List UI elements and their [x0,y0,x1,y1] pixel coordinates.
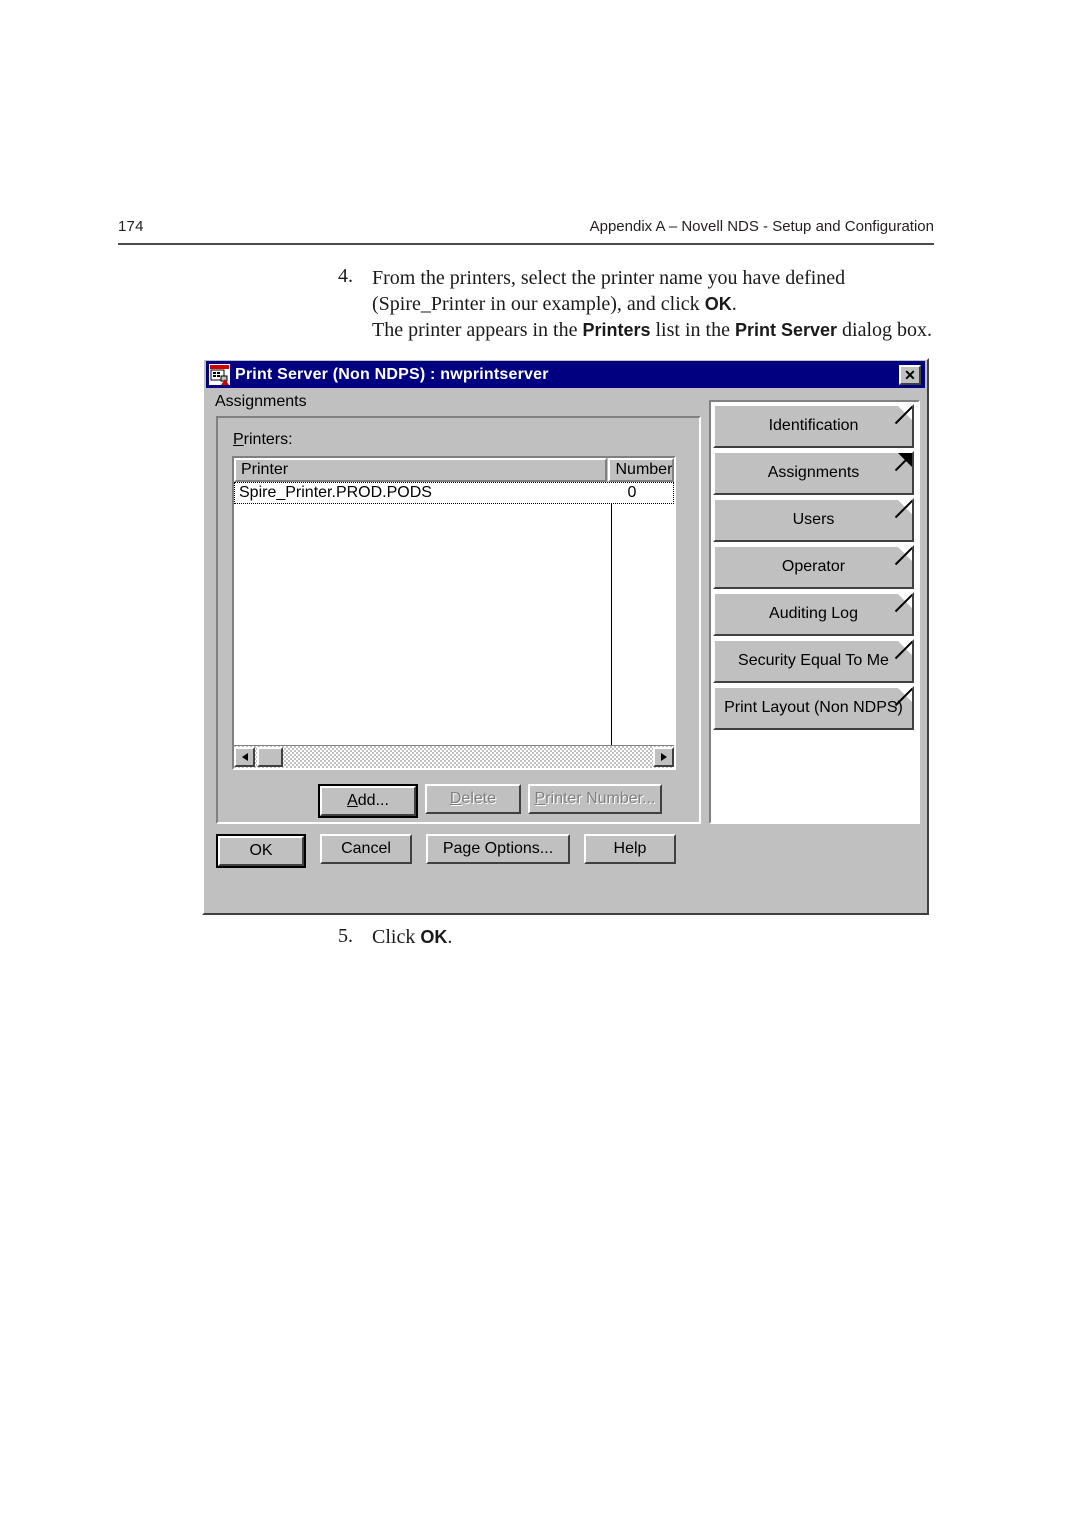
list-body: Spire_Printer.PROD.PODS 0 [234,482,674,746]
running-header-title: Appendix A – Novell NDS - Setup and Conf… [589,218,934,235]
print-server-dialog: Print Server (Non NDPS) : nwprintserver … [202,358,929,915]
tab-print-layout[interactable]: Print Layout (Non NDPS) [713,686,914,730]
tab-operator-label: Operator [781,558,846,575]
printers-label-rest: rinters: [243,431,293,448]
ok-button[interactable]: OK [218,836,304,866]
scrollbar-thumb[interactable] [257,747,283,767]
dialog-titlebar[interactable]: Print Server (Non NDPS) : nwprintserver … [206,361,925,388]
step-4-line3-c: list in the [650,319,735,341]
tab-identification[interactable]: Identification [713,404,914,448]
add-button-accel: A [347,792,358,809]
tab-users-label: Users [792,511,835,528]
close-icon[interactable]: ✕ [899,364,921,385]
page-fold-line-icon [892,453,912,473]
header-rule [118,243,934,245]
add-button-rest: dd... [357,792,389,809]
page-header: 174 Appendix A – Novell NDS - Setup and … [118,218,934,250]
table-row[interactable]: Spire_Printer.PROD.PODS 0 [234,482,674,504]
page-fold-line-icon [892,500,912,520]
printers-listbox[interactable]: Printer Number Spire_Printer.PROD.PODS 0 [232,456,676,770]
page-fold-line-icon [892,688,912,708]
column-divider [611,482,612,746]
add-button[interactable]: Add... [320,786,416,816]
tab-auditing-log[interactable]: Auditing Log [713,592,914,636]
horizontal-scrollbar[interactable] [234,745,674,768]
dialog-title: Print Server (Non NDPS) : nwprintserver [235,365,549,383]
delete-button-accel: D [449,790,462,807]
step-4-line3-e: dialog box. [837,319,933,341]
tab-identification-label: Identification [768,417,859,434]
tab-assignments[interactable]: Assignments [713,451,914,495]
dialog-button-row: OK Cancel Page Options... Help [216,834,676,868]
printer-action-buttons: Add... Delete Printer Number... [318,784,662,818]
scroll-left-arrow-icon[interactable] [234,747,255,767]
step-5-line1-c: . [447,926,453,948]
page-fold-line-icon [892,594,912,614]
step-4-line2-text: (Spire_Printer in our example), and clic… [372,293,705,315]
tab-button-column: Identification Assignments Users Operato… [709,400,920,824]
tab-security-equal-to-me-label: Security Equal To Me [738,652,889,669]
cell-printer-name: Spire_Printer.PROD.PODS [239,484,432,501]
column-header-printer[interactable]: Printer [234,458,608,482]
printers-label-accel: P [233,431,244,448]
list-header-row: Printer Number [234,458,674,484]
cell-printer-number: 0 [627,484,637,501]
assignments-panel: Printers: Printer Number Spire_Printer.P… [216,416,701,824]
step-5-line1-a: Click [372,926,421,948]
page-fold-line-icon [892,547,912,567]
printer-number-button-accel: P [534,790,546,807]
tab-operator[interactable]: Operator [713,545,914,589]
step-4-line2-bold: OK [704,294,732,314]
printers-label: Printers: [233,431,293,449]
printer-number-button[interactable]: Printer Number... [528,784,662,814]
step-4-line2-tail: . [731,293,737,315]
scroll-right-arrow-icon[interactable] [653,747,674,767]
column-header-number[interactable]: Number [608,458,674,482]
cancel-button[interactable]: Cancel [320,834,412,864]
step-5-body: Click OK. [372,925,738,949]
step-4-number: 4. [338,265,353,287]
step-5: 5. Click OK. [338,925,738,949]
step-4-body: From the printers, select the printer na… [372,265,938,343]
page-number: 174 [118,218,144,235]
step-4-line3-a: The printer appears in the [372,319,583,341]
page-fold-line-icon [892,641,912,661]
tab-security-equal-to-me[interactable]: Security Equal To Me [713,639,914,683]
step-4: 4. From the printers, select the printer… [338,265,938,343]
tab-print-layout-label: Print Layout (Non NDPS) [724,699,903,716]
delete-button-rest: elete [461,790,497,807]
step-5-number: 5. [338,925,353,947]
page-options-button[interactable]: Page Options... [426,834,570,864]
step-4-line3-printserver: Print Server [734,320,838,340]
step-4-line3-printers: Printers [582,320,651,340]
step-4-line1: From the printers, select the printer na… [372,267,846,289]
tab-auditing-log-label: Auditing Log [769,605,858,622]
help-button[interactable]: Help [584,834,676,864]
tab-assignments-label: Assignments [767,464,860,481]
printer-number-button-rest: rinter Number... [545,790,656,807]
assignments-group-label: Assignments [215,393,307,410]
page-fold-line-icon [892,406,912,426]
delete-button[interactable]: Delete [425,784,521,814]
print-server-icon [209,364,230,385]
tab-users[interactable]: Users [713,498,914,542]
step-5-line1-bold: OK [420,927,448,947]
